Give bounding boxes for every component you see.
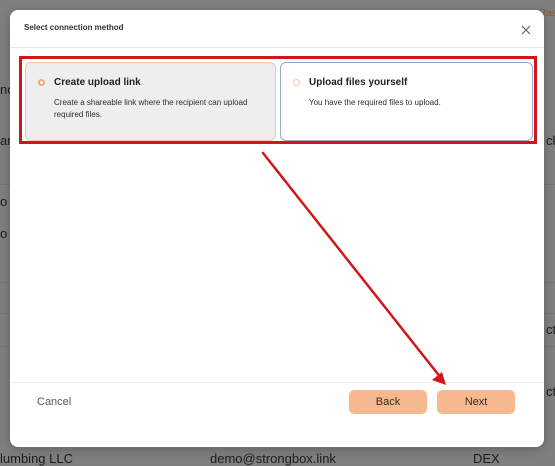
bg-right-fragment: ck xyxy=(546,133,555,148)
back-button[interactable]: Back xyxy=(349,390,427,414)
bg-company-cell: lumbing LLC xyxy=(0,451,73,466)
connection-method-dialog: Select connection method Create upload l… xyxy=(10,10,544,447)
header-divider xyxy=(10,47,544,48)
next-button[interactable]: Next xyxy=(437,390,515,414)
option-description: Create a shareable link where the recipi… xyxy=(54,98,248,119)
close-icon xyxy=(521,25,531,35)
cancel-button[interactable]: Cancel xyxy=(37,396,71,408)
option-create-upload-link[interactable]: Create upload link Create a shareable li… xyxy=(25,62,276,141)
option-title: Create upload link xyxy=(54,77,141,88)
bg-right-fragment: ctc xyxy=(546,384,555,399)
bg-right-fragment: ctc xyxy=(546,322,555,337)
close-button[interactable] xyxy=(519,23,533,37)
footer-divider xyxy=(10,382,544,383)
radio-unselected-icon[interactable] xyxy=(293,79,300,86)
option-upload-files-yourself[interactable]: Upload files yourself You have the requi… xyxy=(280,62,533,141)
bg-email-cell: demo@strongbox.link xyxy=(210,451,336,466)
options-highlight-box: Create upload link Create a shareable li… xyxy=(19,56,537,144)
option-title: Upload files yourself xyxy=(309,77,408,88)
dialog-title: Select connection method xyxy=(24,23,124,32)
option-description: You have the required files to upload. xyxy=(309,98,441,107)
bg-code-cell: DEX xyxy=(473,451,500,466)
radio-selected-icon[interactable] xyxy=(38,79,45,86)
